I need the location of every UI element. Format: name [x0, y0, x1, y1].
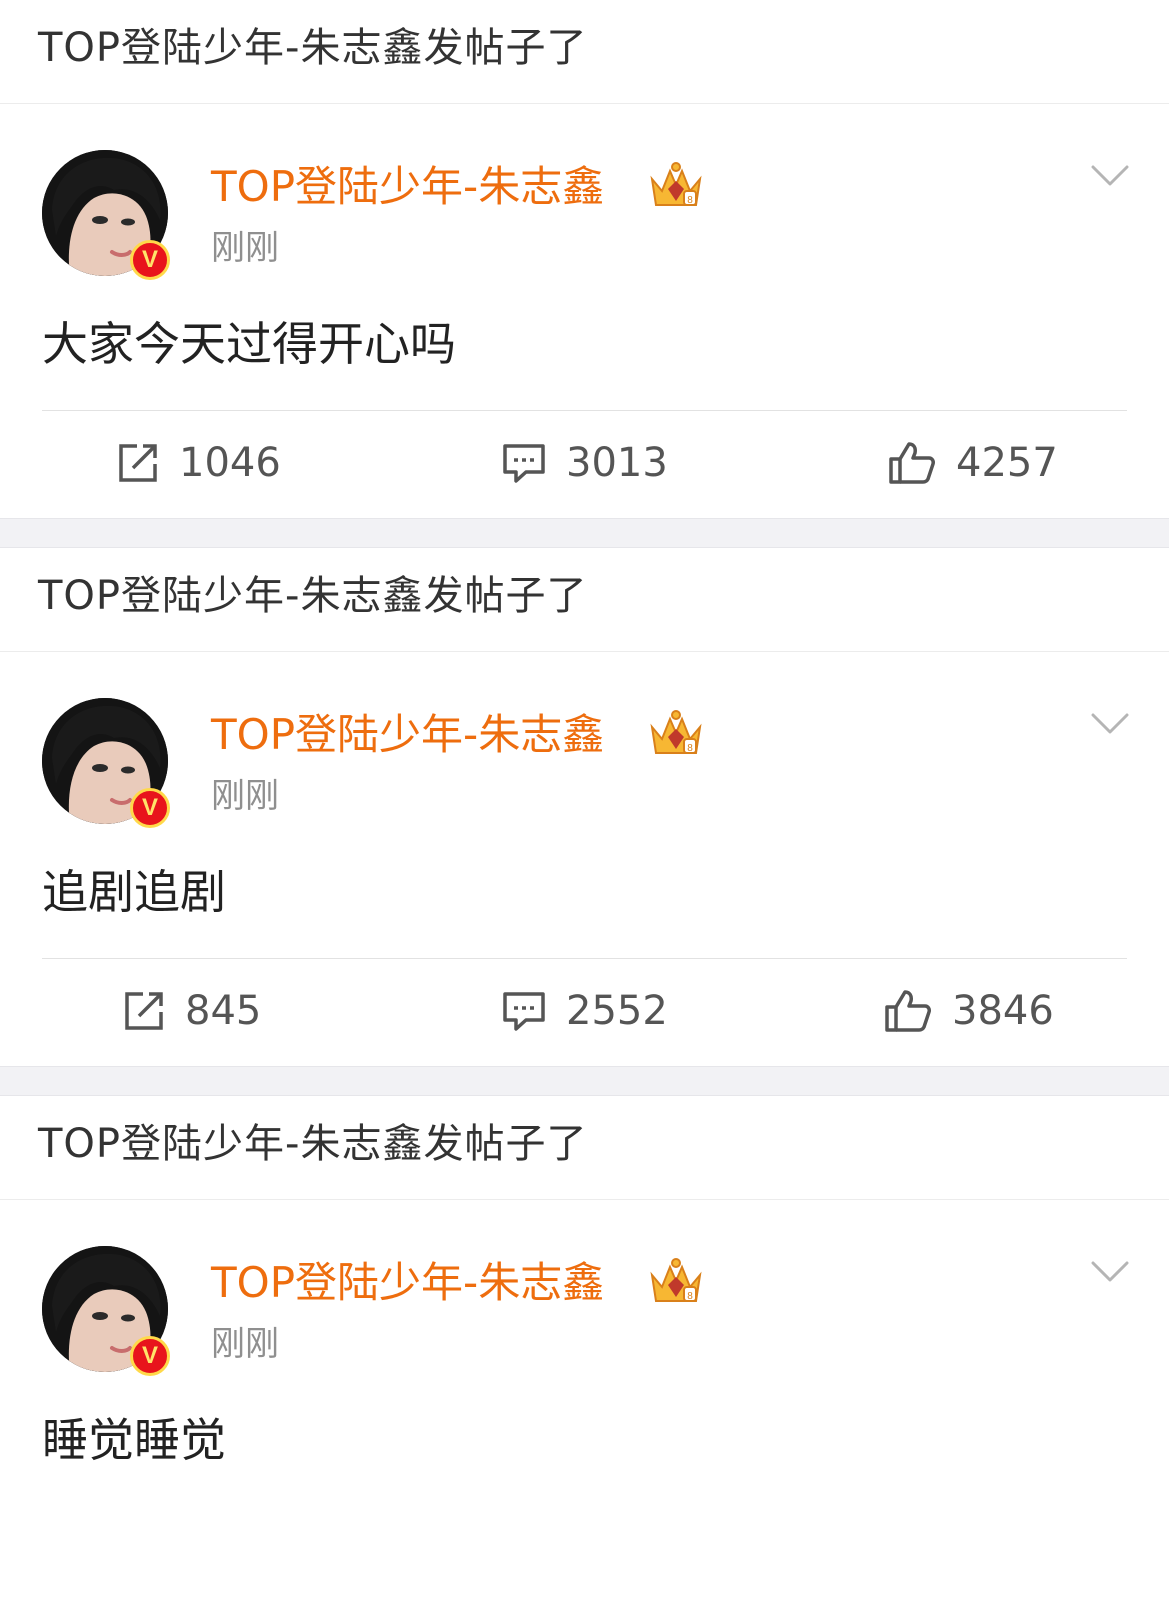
verified-badge-icon: V	[130, 240, 170, 280]
crown-icon[interactable]: 8	[648, 161, 704, 211]
verified-badge-icon: V	[130, 1336, 170, 1376]
repost-button[interactable]: 845	[123, 985, 261, 1037]
divider	[42, 410, 1127, 411]
divider	[0, 103, 1169, 104]
feed-card: TOP登陆少年-朱志鑫发帖子了 V TOP登陆少年-朱志鑫 8 刚刚 大家今天过…	[0, 0, 1169, 518]
thumbs-up-icon	[889, 442, 935, 484]
repost-count: 1046	[179, 440, 281, 486]
divider	[42, 958, 1127, 959]
repost-icon	[125, 992, 163, 1030]
repost-count: 845	[185, 988, 262, 1034]
feed-card: TOP登陆少年-朱志鑫发帖子了 V TOP登陆少年-朱志鑫 8 刚刚 睡觉睡觉	[0, 1096, 1169, 1614]
thumbs-up-icon	[885, 990, 931, 1032]
post-time: 刚刚	[211, 228, 279, 268]
post-notice: TOP登陆少年-朱志鑫发帖子了	[38, 573, 588, 619]
repost-button[interactable]: 1046	[117, 437, 281, 489]
post-content[interactable]: 大家今天过得开心吗	[42, 315, 456, 373]
card-separator	[0, 518, 1169, 548]
post-time: 刚刚	[211, 776, 279, 816]
like-button[interactable]: 3846	[884, 985, 1054, 1037]
post-notice: TOP登陆少年-朱志鑫发帖子了	[38, 1121, 588, 1167]
svg-text:8: 8	[687, 743, 693, 754]
divider	[0, 1199, 1169, 1200]
svg-text:8: 8	[687, 195, 693, 206]
chevron-down-icon[interactable]	[1091, 1260, 1129, 1284]
post-content[interactable]: 睡觉睡觉	[42, 1411, 226, 1469]
like-count: 3846	[952, 988, 1054, 1034]
comment-button[interactable]: 3013	[502, 437, 668, 489]
like-count: 4257	[956, 440, 1058, 486]
crown-icon[interactable]: 8	[648, 1257, 704, 1307]
username-link[interactable]: TOP登陆少年-朱志鑫	[211, 1256, 604, 1310]
comment-icon	[503, 444, 545, 483]
svg-text:8: 8	[687, 1291, 693, 1302]
username-link[interactable]: TOP登陆少年-朱志鑫	[211, 708, 604, 762]
repost-icon	[119, 444, 157, 482]
divider	[0, 651, 1169, 652]
feed-card: TOP登陆少年-朱志鑫发帖子了 V TOP登陆少年-朱志鑫 8 刚刚 追剧追剧 …	[0, 548, 1169, 1066]
username-link[interactable]: TOP登陆少年-朱志鑫	[211, 160, 604, 214]
post-time: 刚刚	[211, 1324, 279, 1364]
card-separator	[0, 1066, 1169, 1096]
comment-count: 2552	[566, 988, 668, 1034]
comment-button[interactable]: 2552	[502, 985, 668, 1037]
comment-icon	[503, 992, 545, 1031]
feed-list: TOP登陆少年-朱志鑫发帖子了 V TOP登陆少年-朱志鑫 8 刚刚 大家今天过…	[0, 0, 1169, 1614]
post-notice: TOP登陆少年-朱志鑫发帖子了	[38, 25, 588, 71]
post-content[interactable]: 追剧追剧	[42, 863, 226, 921]
chevron-down-icon[interactable]	[1091, 164, 1129, 188]
comment-count: 3013	[566, 440, 668, 486]
crown-icon[interactable]: 8	[648, 709, 704, 759]
chevron-down-icon[interactable]	[1091, 712, 1129, 736]
like-button[interactable]: 4257	[888, 437, 1058, 489]
verified-badge-icon: V	[130, 788, 170, 828]
